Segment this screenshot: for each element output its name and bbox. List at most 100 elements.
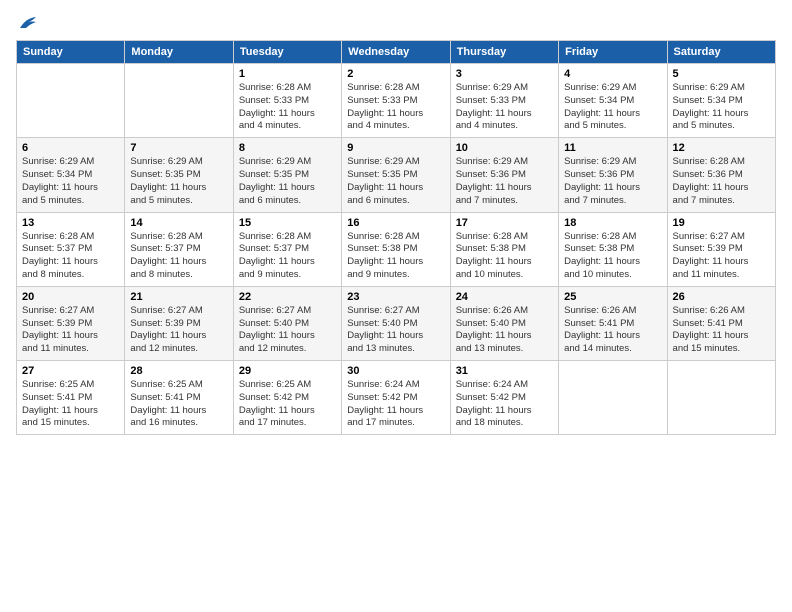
calendar-cell: 25Sunrise: 6:26 AM Sunset: 5:41 PM Dayli… [559, 286, 667, 360]
day-detail: Sunrise: 6:28 AM Sunset: 5:37 PM Dayligh… [239, 231, 336, 282]
day-detail: Sunrise: 6:28 AM Sunset: 5:37 PM Dayligh… [22, 231, 119, 282]
calendar-cell: 15 Sunrise: 6:28 AM Sunset: 5:37 PM Dayli… [233, 212, 341, 286]
day-number: 15 [239, 217, 336, 229]
logo-bird-icon [18, 16, 38, 30]
calendar-cell: 21Sunrise: 6:27 AM Sunset: 5:39 PM Dayli… [125, 286, 233, 360]
calendar-cell [17, 64, 125, 138]
day-number: 19 [673, 217, 770, 229]
calendar-cell: 9 Sunrise: 6:29 AM Sunset: 5:35 PM Daylig… [342, 138, 450, 212]
day-number: 26 [673, 291, 770, 303]
calendar-cell: 23Sunrise: 6:27 AM Sunset: 5:40 PM Dayli… [342, 286, 450, 360]
day-detail: Sunrise: 6:25 AM Sunset: 5:42 PM Dayligh… [239, 379, 336, 430]
day-detail: Sunrise: 6:29 AM Sunset: 5:34 PM Dayligh… [564, 82, 661, 133]
day-number: 1 [239, 68, 336, 80]
day-number: 28 [130, 365, 227, 377]
day-number: 12 [673, 142, 770, 154]
calendar-cell: 22 Sunrise: 6:27 AM Sunset: 5:40 PM Dayli… [233, 286, 341, 360]
col-header-monday: Monday [125, 41, 233, 64]
day-detail: Sunrise: 6:28 AM Sunset: 5:33 PM Dayligh… [239, 82, 336, 133]
day-detail: Sunrise: 6:28 AM Sunset: 5:38 PM Dayligh… [347, 231, 444, 282]
day-detail: Sunrise: 6:29 AM Sunset: 5:34 PM Dayligh… [673, 82, 770, 133]
col-header-sunday: Sunday [17, 41, 125, 64]
calendar-cell: 11Sunrise: 6:29 AM Sunset: 5:36 PM Dayli… [559, 138, 667, 212]
col-header-thursday: Thursday [450, 41, 558, 64]
day-detail: Sunrise: 6:28 AM Sunset: 5:37 PM Dayligh… [130, 231, 227, 282]
day-number: 2 [347, 68, 444, 80]
calendar-cell: 24 Sunrise: 6:26 AM Sunset: 5:40 PM Dayli… [450, 286, 558, 360]
day-number: 18 [564, 217, 661, 229]
calendar-cell: 12Sunrise: 6:28 AM Sunset: 5:36 PM Dayli… [667, 138, 775, 212]
day-detail: Sunrise: 6:28 AM Sunset: 5:38 PM Dayligh… [564, 231, 661, 282]
calendar-cell: 30Sunrise: 6:24 AM Sunset: 5:42 PM Dayli… [342, 361, 450, 435]
day-detail: Sunrise: 6:29 AM Sunset: 5:35 PM Dayligh… [347, 156, 444, 207]
day-detail: Sunrise: 6:24 AM Sunset: 5:42 PM Dayligh… [347, 379, 444, 430]
day-number: 27 [22, 365, 119, 377]
day-detail: Sunrise: 6:27 AM Sunset: 5:39 PM Dayligh… [22, 305, 119, 356]
calendar-cell: 31 Sunrise: 6:24 AM Sunset: 5:42 PM Dayli… [450, 361, 558, 435]
day-detail: Sunrise: 6:29 AM Sunset: 5:36 PM Dayligh… [456, 156, 553, 207]
col-header-wednesday: Wednesday [342, 41, 450, 64]
calendar-cell: 13 Sunrise: 6:28 AM Sunset: 5:37 PM Dayli… [17, 212, 125, 286]
calendar-cell: 19 Sunrise: 6:27 AM Sunset: 5:39 PM Dayli… [667, 212, 775, 286]
calendar-week-row: 13 Sunrise: 6:28 AM Sunset: 5:37 PM Dayli… [17, 212, 776, 286]
day-number: 13 [22, 217, 119, 229]
calendar-week-row: 20 Sunrise: 6:27 AM Sunset: 5:39 PM Dayli… [17, 286, 776, 360]
day-number: 22 [239, 291, 336, 303]
calendar-cell [125, 64, 233, 138]
calendar-week-row: 6 Sunrise: 6:29 AM Sunset: 5:34 PM Daylig… [17, 138, 776, 212]
calendar-cell: 14 Sunrise: 6:28 AM Sunset: 5:37 PM Dayli… [125, 212, 233, 286]
calendar-cell: 27 Sunrise: 6:25 AM Sunset: 5:41 PM Dayli… [17, 361, 125, 435]
day-detail: Sunrise: 6:29 AM Sunset: 5:35 PM Dayligh… [130, 156, 227, 207]
day-number: 10 [456, 142, 553, 154]
calendar-cell: 7 Sunrise: 6:29 AM Sunset: 5:35 PM Daylig… [125, 138, 233, 212]
day-number: 14 [130, 217, 227, 229]
day-number: 8 [239, 142, 336, 154]
day-detail: Sunrise: 6:29 AM Sunset: 5:35 PM Dayligh… [239, 156, 336, 207]
day-detail: Sunrise: 6:29 AM Sunset: 5:36 PM Dayligh… [564, 156, 661, 207]
calendar-cell: 29 Sunrise: 6:25 AM Sunset: 5:42 PM Dayli… [233, 361, 341, 435]
calendar-week-row: 27 Sunrise: 6:25 AM Sunset: 5:41 PM Dayli… [17, 361, 776, 435]
day-number: 31 [456, 365, 553, 377]
day-number: 20 [22, 291, 119, 303]
calendar-cell: 2 Sunrise: 6:28 AM Sunset: 5:33 PM Daylig… [342, 64, 450, 138]
calendar-week-row: 1 Sunrise: 6:28 AM Sunset: 5:33 PM Daylig… [17, 64, 776, 138]
day-detail: Sunrise: 6:26 AM Sunset: 5:40 PM Dayligh… [456, 305, 553, 356]
day-number: 5 [673, 68, 770, 80]
calendar-cell: 28Sunrise: 6:25 AM Sunset: 5:41 PM Dayli… [125, 361, 233, 435]
day-detail: Sunrise: 6:26 AM Sunset: 5:41 PM Dayligh… [564, 305, 661, 356]
day-detail: Sunrise: 6:26 AM Sunset: 5:41 PM Dayligh… [673, 305, 770, 356]
calendar-cell: 16Sunrise: 6:28 AM Sunset: 5:38 PM Dayli… [342, 212, 450, 286]
day-detail: Sunrise: 6:29 AM Sunset: 5:34 PM Dayligh… [22, 156, 119, 207]
calendar-cell: 26 Sunrise: 6:26 AM Sunset: 5:41 PM Dayli… [667, 286, 775, 360]
day-number: 3 [456, 68, 553, 80]
calendar-cell: 6 Sunrise: 6:29 AM Sunset: 5:34 PM Daylig… [17, 138, 125, 212]
header [16, 16, 776, 30]
day-number: 7 [130, 142, 227, 154]
calendar-cell: 10 Sunrise: 6:29 AM Sunset: 5:36 PM Dayli… [450, 138, 558, 212]
day-number: 23 [347, 291, 444, 303]
calendar-cell: 17Sunrise: 6:28 AM Sunset: 5:38 PM Dayli… [450, 212, 558, 286]
calendar-cell: 5 Sunrise: 6:29 AM Sunset: 5:34 PM Daylig… [667, 64, 775, 138]
day-detail: Sunrise: 6:24 AM Sunset: 5:42 PM Dayligh… [456, 379, 553, 430]
day-detail: Sunrise: 6:27 AM Sunset: 5:39 PM Dayligh… [673, 231, 770, 282]
calendar-table: SundayMondayTuesdayWednesdayThursdayFrid… [16, 40, 776, 435]
calendar-cell [667, 361, 775, 435]
day-number: 29 [239, 365, 336, 377]
calendar-cell: 20 Sunrise: 6:27 AM Sunset: 5:39 PM Dayli… [17, 286, 125, 360]
calendar-cell: 18 Sunrise: 6:28 AM Sunset: 5:38 PM Dayli… [559, 212, 667, 286]
day-number: 9 [347, 142, 444, 154]
day-number: 6 [22, 142, 119, 154]
calendar-cell: 8 Sunrise: 6:29 AM Sunset: 5:35 PM Daylig… [233, 138, 341, 212]
calendar-cell [559, 361, 667, 435]
day-detail: Sunrise: 6:25 AM Sunset: 5:41 PM Dayligh… [22, 379, 119, 430]
col-header-tuesday: Tuesday [233, 41, 341, 64]
day-number: 4 [564, 68, 661, 80]
calendar-cell: 1 Sunrise: 6:28 AM Sunset: 5:33 PM Daylig… [233, 64, 341, 138]
day-detail: Sunrise: 6:27 AM Sunset: 5:40 PM Dayligh… [239, 305, 336, 356]
logo [16, 16, 38, 30]
day-number: 24 [456, 291, 553, 303]
day-detail: Sunrise: 6:28 AM Sunset: 5:33 PM Dayligh… [347, 82, 444, 133]
col-header-saturday: Saturday [667, 41, 775, 64]
col-header-friday: Friday [559, 41, 667, 64]
day-detail: Sunrise: 6:27 AM Sunset: 5:39 PM Dayligh… [130, 305, 227, 356]
